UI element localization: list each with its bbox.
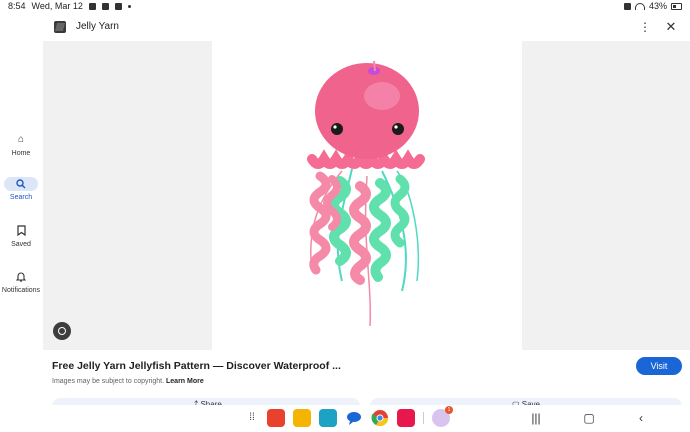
copyright-notice: Images may be subject to copyright. Lear… (52, 378, 204, 385)
result-title[interactable]: Free Jelly Yarn Jellyfish Pattern — Disc… (52, 360, 341, 372)
nav-item-search[interactable]: Search (0, 177, 42, 201)
nav-label-search: Search (9, 194, 33, 201)
page-title: Jelly Yarn (76, 21, 119, 32)
messages-app-icon[interactable] (345, 409, 363, 427)
bookmark-icon (10, 224, 32, 238)
app-drawer-icon[interactable]: ⁞⁞ (245, 411, 259, 425)
bell-icon (10, 270, 32, 284)
nav-item-home[interactable]: ⌂ Home (0, 133, 42, 157)
back-nav-icon[interactable]: ‹ (633, 409, 649, 427)
nav-item-saved[interactable]: Saved (0, 224, 42, 248)
status-time: 8:54 (8, 1, 26, 11)
recent-app-icon[interactable]: 1 (432, 406, 453, 427)
close-icon[interactable]: ✕ (664, 19, 678, 35)
bag-notification-icon (114, 2, 122, 10)
wifi-icon (634, 2, 645, 10)
notification-badge: 1 (445, 406, 453, 414)
files-app-icon[interactable] (293, 409, 311, 427)
search-icon (4, 177, 38, 191)
more-notifications-icon (127, 4, 131, 8)
status-bar: 8:54 Wed, Mar 12 43% (0, 0, 690, 14)
home-nav-icon[interactable]: ▢ (581, 409, 597, 427)
more-vert-icon[interactable]: ⋮ (638, 19, 652, 35)
gallery-notification-icon (88, 2, 96, 10)
nav-label-notifications: Notifications (1, 287, 41, 294)
chrome-app-icon[interactable] (371, 409, 389, 427)
camera-app-icon[interactable] (397, 409, 415, 427)
copyright-text: Images may be subject to copyright. (52, 378, 165, 385)
calendar-app-icon[interactable] (319, 409, 337, 427)
image-preview[interactable] (43, 41, 690, 350)
nav-item-notifications[interactable]: Notifications (0, 270, 42, 294)
image-frame (212, 41, 522, 350)
notes-app-icon[interactable] (267, 409, 285, 427)
nav-label-saved: Saved (11, 241, 31, 248)
recents-nav-icon[interactable]: ||| (528, 409, 544, 427)
taskbar-divider (423, 412, 424, 424)
app-notification-icon (101, 2, 109, 10)
nav-label-home: Home (11, 150, 31, 157)
taskbar: ⁞⁞ 1 ||| ▢ ‹ (0, 405, 690, 431)
battery-percent: 43% (648, 1, 667, 11)
visit-button[interactable]: Visit (636, 357, 682, 375)
learn-more-link[interactable]: Learn More (166, 378, 204, 385)
lens-search-icon[interactable] (53, 322, 71, 340)
jellyfish-image (307, 60, 425, 327)
app-icon (54, 21, 66, 33)
status-date: Wed, Mar 12 (31, 1, 83, 11)
battery-icon (671, 2, 682, 10)
home-icon: ⌂ (17, 134, 25, 145)
top-bar: Jelly Yarn ⋮ ✕ (0, 15, 690, 41)
battery-saver-icon (623, 2, 631, 10)
